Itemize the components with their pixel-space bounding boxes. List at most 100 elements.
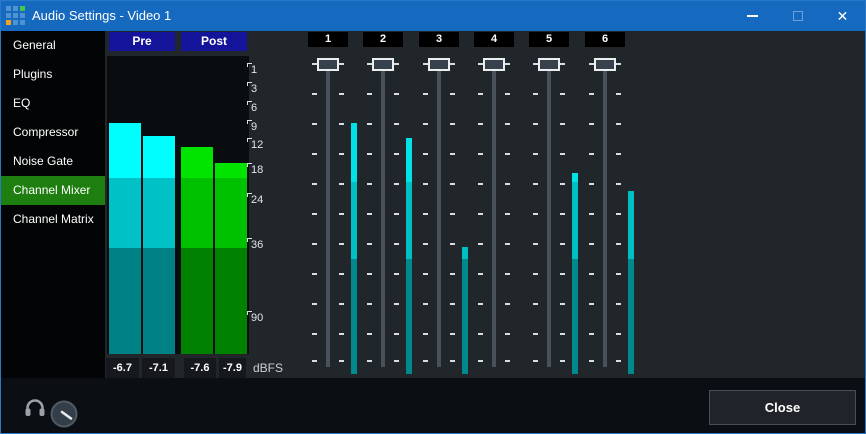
channel-header-6: 6: [585, 32, 625, 47]
channel-slider-track[interactable]: [437, 61, 441, 367]
channel-6-slider-handle[interactable]: [594, 58, 616, 71]
channel-1-slider-handle[interactable]: [317, 58, 339, 71]
titlebar: Audio Settings - Video 1 ✕: [1, 1, 865, 31]
sidebar-item-plugins[interactable]: Plugins: [1, 60, 105, 89]
slider-tick: [589, 213, 594, 215]
sidebar-item-noise-gate[interactable]: Noise Gate: [1, 147, 105, 176]
slider-tick: [560, 63, 565, 65]
slider-tick: [616, 360, 621, 362]
slider-tick: [450, 303, 455, 305]
slider-tick: [589, 123, 594, 125]
slider-tick: [312, 183, 317, 185]
footer-bar: Close: [1, 378, 865, 433]
slider-tick: [505, 360, 510, 362]
slider-tick: [589, 303, 594, 305]
slider-tick: [394, 93, 399, 95]
slider-tick: [367, 360, 372, 362]
slider-tick: [560, 123, 565, 125]
logo-square: [20, 20, 25, 25]
slider-tick: [339, 360, 344, 362]
slider-tick: [450, 360, 455, 362]
meter-value: -7.6: [184, 358, 216, 378]
channel-slider-track[interactable]: [547, 61, 551, 367]
slider-tick: [423, 183, 428, 185]
sidebar-item-channel-matrix[interactable]: Channel Matrix: [1, 205, 105, 234]
slider-tick: [533, 153, 538, 155]
slider-tick: [312, 213, 317, 215]
sidebar-item-general[interactable]: General: [1, 31, 105, 60]
slider-tick: [616, 273, 621, 275]
slider-tick: [560, 93, 565, 95]
channel-slider-track[interactable]: [381, 61, 385, 367]
slider-tick: [423, 360, 428, 362]
scale-label: 90: [251, 312, 263, 324]
slider-tick: [312, 303, 317, 305]
channel-3-slider-handle[interactable]: [428, 58, 450, 71]
minimize-button[interactable]: [730, 1, 775, 31]
channel-header-1: 1: [308, 32, 348, 47]
slider-tick: [312, 153, 317, 155]
slider-tick: [394, 303, 399, 305]
slider-tick: [478, 213, 483, 215]
logo-square: [13, 13, 18, 18]
post-meter-bar: [181, 147, 213, 354]
minimize-icon: [747, 15, 758, 17]
dbfs-unit-label: dBFS: [253, 358, 283, 378]
channel-2-slider-handle[interactable]: [372, 58, 394, 71]
slider-tick: [505, 303, 510, 305]
slider-tick: [339, 93, 344, 95]
slider-tick: [367, 153, 372, 155]
slider-tick: [394, 243, 399, 245]
slider-tick: [478, 183, 483, 185]
close-icon: ✕: [837, 9, 849, 23]
slider-tick: [367, 333, 372, 335]
slider-tick: [423, 213, 428, 215]
slider-tick: [505, 243, 510, 245]
slider-tick: [589, 243, 594, 245]
logo-square: [20, 6, 25, 11]
channel-slider-track[interactable]: [492, 61, 496, 367]
slider-tick: [505, 333, 510, 335]
slider-tick: [616, 183, 621, 185]
slider-tick: [450, 63, 455, 65]
channel-5-slider-handle[interactable]: [538, 58, 560, 71]
sidebar-item-eq[interactable]: EQ: [1, 89, 105, 118]
slider-tick: [616, 333, 621, 335]
headphones-icon[interactable]: [24, 399, 46, 422]
slider-tick: [423, 93, 428, 95]
slider-tick: [339, 183, 344, 185]
slider-tick: [560, 153, 565, 155]
channel-5-level-meter: [572, 173, 578, 374]
slider-tick: [589, 360, 594, 362]
slider-tick: [478, 273, 483, 275]
slider-tick: [616, 93, 621, 95]
maximize-icon: [793, 11, 803, 21]
slider-tick: [450, 213, 455, 215]
close-window-button[interactable]: ✕: [820, 1, 865, 31]
sidebar: GeneralPluginsEQCompressorNoise GateChan…: [1, 31, 105, 378]
channel-4-slider-handle[interactable]: [483, 58, 505, 71]
slider-tick: [394, 360, 399, 362]
slider-tick: [394, 153, 399, 155]
slider-tick: [505, 273, 510, 275]
channel-slider-track[interactable]: [326, 61, 330, 367]
slider-tick: [339, 333, 344, 335]
slider-tick: [533, 273, 538, 275]
slider-tick: [616, 153, 621, 155]
slider-tick: [505, 153, 510, 155]
slider-tick: [560, 360, 565, 362]
slider-tick: [312, 123, 317, 125]
slider-tick: [505, 213, 510, 215]
slider-tick: [589, 333, 594, 335]
slider-tick: [367, 93, 372, 95]
monitor-volume-knob[interactable]: [50, 400, 78, 433]
sidebar-item-channel-mixer[interactable]: Channel Mixer: [1, 176, 105, 205]
close-button[interactable]: Close: [709, 390, 856, 425]
slider-tick: [423, 333, 428, 335]
sidebar-item-compressor[interactable]: Compressor: [1, 118, 105, 147]
slider-tick: [450, 273, 455, 275]
slider-tick: [394, 213, 399, 215]
slider-tick: [589, 183, 594, 185]
slider-tick: [339, 273, 344, 275]
channel-slider-track[interactable]: [603, 61, 607, 367]
